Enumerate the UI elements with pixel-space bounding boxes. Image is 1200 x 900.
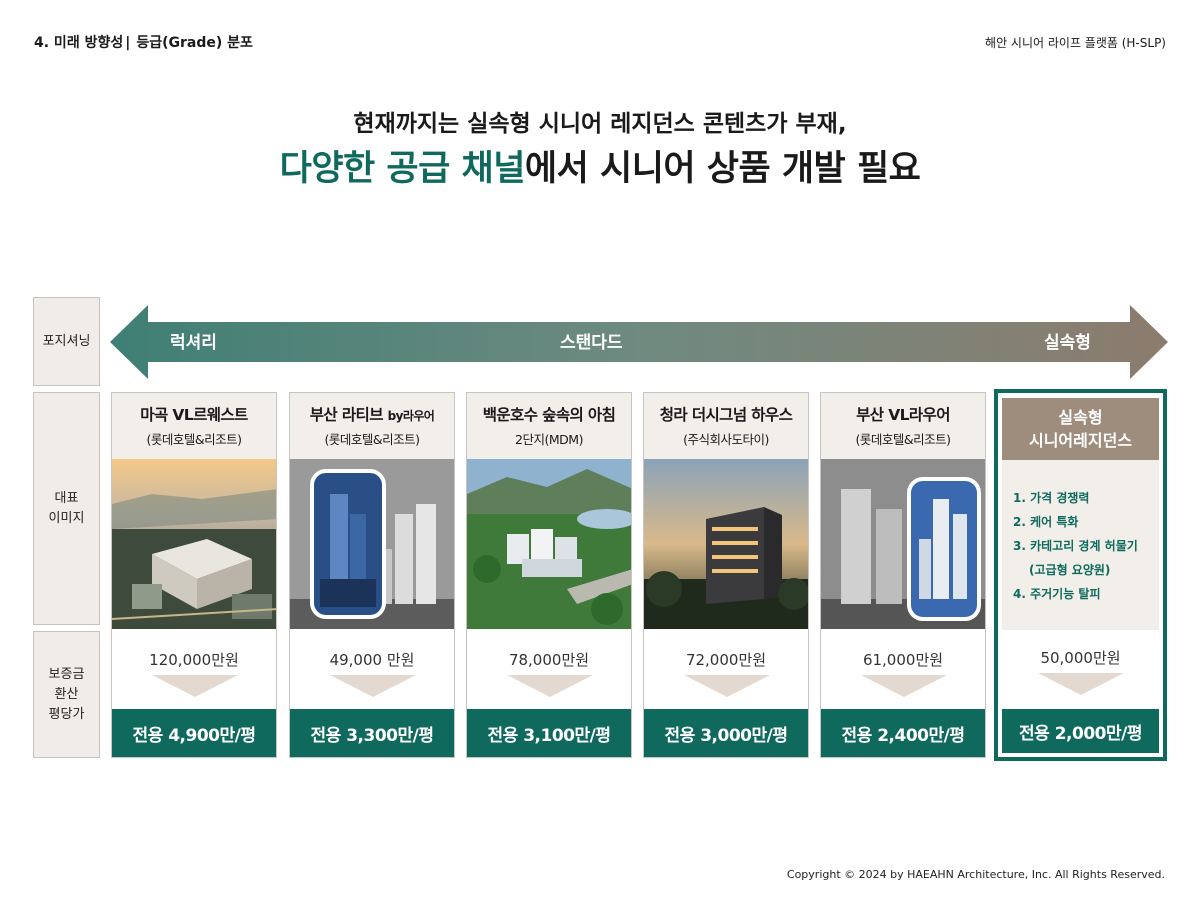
proposal-card-value-senior-residence: 실속형 시니어레지던스 1. 가격 경쟁력 2. 케어 특화 3. 카테고리 경…: [994, 389, 1167, 761]
copyright: Copyright © 2024 by HAEAHN Architecture,…: [786, 868, 1165, 881]
proposal-point: 3. 카테고리 경계 허물기: [1013, 539, 1138, 553]
deposit-price: 78,000만원: [508, 651, 590, 669]
headline-accent: 다양한 공급 채널: [279, 149, 526, 189]
product-title-text: 부산 VL라우어: [856, 406, 950, 424]
platform-name: 해안 시니어 라이프 플랫폼 (H-SLP): [985, 36, 1166, 50]
product-title: 마곡 VL르웨스트: [112, 403, 276, 425]
product-card-magok: 마곡 VL르웨스트 (롯데호텔&리조트) 120,000만원 전용 4,900만…: [111, 392, 277, 758]
proposal-points: 1. 가격 경쟁력 2. 케어 특화 3. 카테고리 경계 허물기 (고급형 요…: [1002, 460, 1159, 630]
product-image: [821, 459, 985, 629]
product-image: [644, 459, 808, 629]
product-card-header: 부산 VL라우어 (롯데호텔&리조트): [821, 393, 985, 459]
product-title-text: 마곡 VL르웨스트: [140, 406, 248, 424]
price-per-pyeong: 전용 3,300만/평: [290, 709, 454, 757]
proposal-title-line2: 시니어레지던스: [1028, 431, 1133, 450]
proposal-point: 1. 가격 경쟁력: [1013, 491, 1090, 505]
price-per-pyeong: 전용 2,000만/평: [1002, 709, 1159, 753]
row-label-positioning-text: 포지셔닝: [42, 333, 91, 349]
triangle-down-icon: [684, 675, 770, 697]
row-label-image: 대표 이미지: [33, 392, 100, 625]
product-card-header: 청라 더시그넘 하우스 (주식회사도타이): [644, 393, 808, 459]
product-title-text: 청라 더시그넘 하우스: [659, 406, 793, 424]
product-title: 청라 더시그넘 하우스: [644, 403, 808, 425]
product-card-baegun-lake: 백운호수 숲속의 아침 2단지(MDM) 78,000만원 전용 3,100만/…: [466, 392, 632, 758]
product-card-header: 부산 라티브 by라우어 (롯데호텔&리조트): [290, 393, 454, 459]
product-card-busan-vl: 부산 VL라우어 (롯데호텔&리조트) 61,000만원 전용 2,400만/평: [820, 392, 986, 758]
product-card-header: 백운호수 숲속의 아침 2단지(MDM): [467, 393, 631, 459]
product-title-text: 부산 라티브: [309, 406, 388, 424]
triangle-down-icon: [330, 675, 416, 697]
product-title: 부산 라티브 by라우어: [290, 403, 454, 425]
row-label-positioning: 포지셔닝: [33, 297, 100, 386]
headline-line-1: 현재까지는 실속형 시니어 레지던스 콘텐츠가 부재,: [353, 111, 847, 137]
row-label-image-line2: 이미지: [48, 510, 85, 526]
deposit-price: 72,000만원: [685, 651, 767, 669]
proposal-header: 실속형 시니어레지던스: [1002, 398, 1159, 460]
headline-line-2: 다양한 공급 채널에서 시니어 상품 개발 필요: [0, 140, 1200, 191]
product-card-cheongna: 청라 더시그넘 하우스 (주식회사도타이) 72,000만원 전용 3,000만…: [643, 392, 809, 758]
row-label-price-line2: 환산: [54, 686, 79, 702]
deposit-price: 49,000 만원: [329, 651, 415, 669]
row-label-price-line3: 평당가: [48, 706, 85, 722]
product-title-text: 백운호수 숲속의 아침: [482, 406, 616, 424]
proposal-point: 4. 주거기능 탈피: [1013, 587, 1101, 601]
row-label-image-line1: 대표: [54, 490, 79, 506]
positioning-luxury: 럭셔리: [170, 333, 217, 353]
price-per-pyeong: 전용 2,400만/평: [821, 709, 985, 757]
product-title-suffix: by라우어: [387, 409, 435, 423]
price-per-pyeong: 전용 3,000만/평: [644, 709, 808, 757]
section-title: 4. 미래 방향성 | 등급(Grade) 분포: [34, 32, 253, 52]
positioning-value: 실속형: [1044, 333, 1091, 353]
positioning-arrow-icon: [110, 305, 1168, 379]
product-image: [112, 459, 276, 629]
header-separator: |: [125, 35, 131, 51]
product-title: 부산 VL라우어: [821, 403, 985, 425]
row-label-price: 보증금 환산 평당가: [33, 631, 100, 758]
product-card-header: 마곡 VL르웨스트 (롯데호텔&리조트): [112, 393, 276, 459]
product-image: [467, 459, 631, 629]
subsection-title: 등급(Grade) 분포: [136, 35, 253, 51]
product-developer: (롯데호텔&리조트): [324, 432, 420, 447]
deposit-price: 61,000만원: [862, 651, 944, 669]
product-developer: (주식회사도타이): [683, 432, 769, 447]
row-label-price-line1: 보증금: [48, 666, 85, 682]
positioning-standard: 스탠다드: [560, 333, 623, 353]
triangle-down-icon: [1038, 673, 1124, 695]
proposal-title-line1: 실속형: [1058, 408, 1103, 427]
product-developer: 2단지(MDM): [515, 432, 583, 447]
price-per-pyeong: 전용 4,900만/평: [112, 709, 276, 757]
section-number-title: 4. 미래 방향성: [34, 35, 124, 51]
product-developer: (롯데호텔&리조트): [146, 432, 242, 447]
product-image: [290, 459, 454, 629]
deposit-price: 120,000만원: [149, 651, 239, 669]
price-per-pyeong: 전용 3,100만/평: [467, 709, 631, 757]
proposal-point: 2. 케어 특화: [1013, 515, 1079, 529]
triangle-down-icon: [861, 675, 947, 697]
triangle-down-icon: [152, 675, 238, 697]
deposit-price: 50,000만원: [1040, 649, 1121, 667]
product-card-busan-lative: 부산 라티브 by라우어 (롯데호텔&리조트) 49,000 만원 전용 3,3…: [289, 392, 455, 758]
product-developer: (롯데호텔&리조트): [855, 432, 951, 447]
triangle-down-icon: [507, 675, 593, 697]
headline-rest: 에서 시니어 상품 개발 필요: [524, 149, 921, 189]
proposal-point-note: (고급형 요양원): [1029, 563, 1111, 577]
product-title: 백운호수 숲속의 아침: [467, 403, 631, 425]
